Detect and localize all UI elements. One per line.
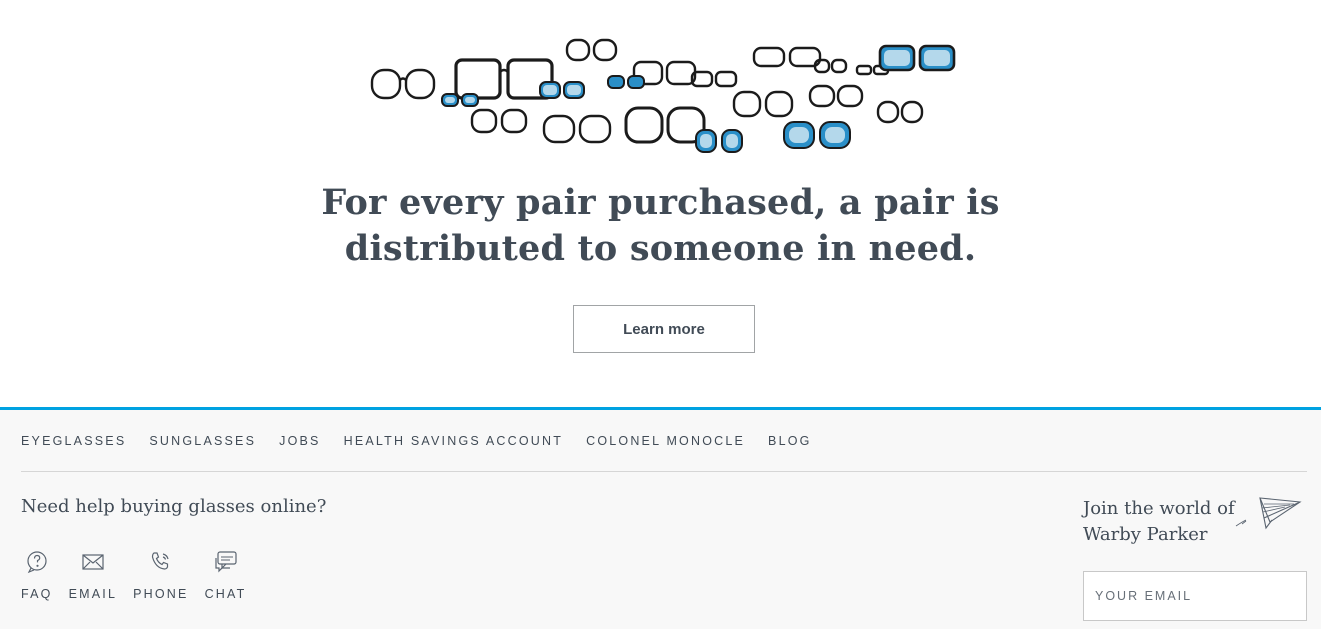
newsletter-heading-line-1: Join the world of xyxy=(1083,498,1235,519)
footer-divider xyxy=(21,471,1307,472)
headline-line-1: For every pair purchased, a pair is xyxy=(321,182,1000,223)
mission-headline: For every pair purchased, a pair is dist… xyxy=(0,180,1321,272)
site-footer: EYEGLASSES SUNGLASSES JOBS HEALTH SAVING… xyxy=(0,407,1321,629)
help-faq-link[interactable]: FAQ xyxy=(21,550,53,601)
envelope-icon xyxy=(82,554,104,570)
newsletter-heading-line-2: Warby Parker xyxy=(1083,524,1208,545)
help-chat-link[interactable]: CHAT xyxy=(205,550,247,601)
newsletter-email-input[interactable] xyxy=(1083,571,1307,621)
help-phone-label: PHONE xyxy=(133,587,189,601)
help-heading: Need help buying glasses online? xyxy=(21,496,327,517)
learn-more-button[interactable]: Learn more xyxy=(573,305,755,353)
footer-link-colonel-monocle[interactable]: COLONEL MONOCLE xyxy=(586,434,745,448)
help-links: FAQ EMAIL PHONE CHAT xyxy=(21,550,262,601)
footer-nav: EYEGLASSES SUNGLASSES JOBS HEALTH SAVING… xyxy=(21,434,835,448)
help-email-label: EMAIL xyxy=(68,587,118,601)
footer-link-sunglasses[interactable]: SUNGLASSES xyxy=(149,434,256,448)
footer-link-eyeglasses[interactable]: EYEGLASSES xyxy=(21,434,126,448)
hero-section: For every pair purchased, a pair is dist… xyxy=(0,0,1321,408)
help-faq-label: FAQ xyxy=(21,587,53,601)
footer-link-blog[interactable]: BLOG xyxy=(768,434,812,448)
paper-plane-icon xyxy=(1235,497,1302,530)
help-email-link[interactable]: EMAIL xyxy=(69,550,118,601)
newsletter-heading: Join the world of Warby Parker xyxy=(1083,496,1235,548)
footer-link-health-savings-account[interactable]: HEALTH SAVINGS ACCOUNT xyxy=(344,434,564,448)
question-bubble-icon xyxy=(27,551,47,574)
footer-link-jobs[interactable]: JOBS xyxy=(279,434,320,448)
help-chat-label: CHAT xyxy=(204,587,247,601)
phone-icon xyxy=(151,552,169,570)
help-phone-link[interactable]: PHONE xyxy=(133,550,188,601)
chat-bubble-icon xyxy=(214,551,237,573)
glasses-illustration xyxy=(370,38,956,153)
headline-line-2: distributed to someone in need. xyxy=(344,228,977,269)
